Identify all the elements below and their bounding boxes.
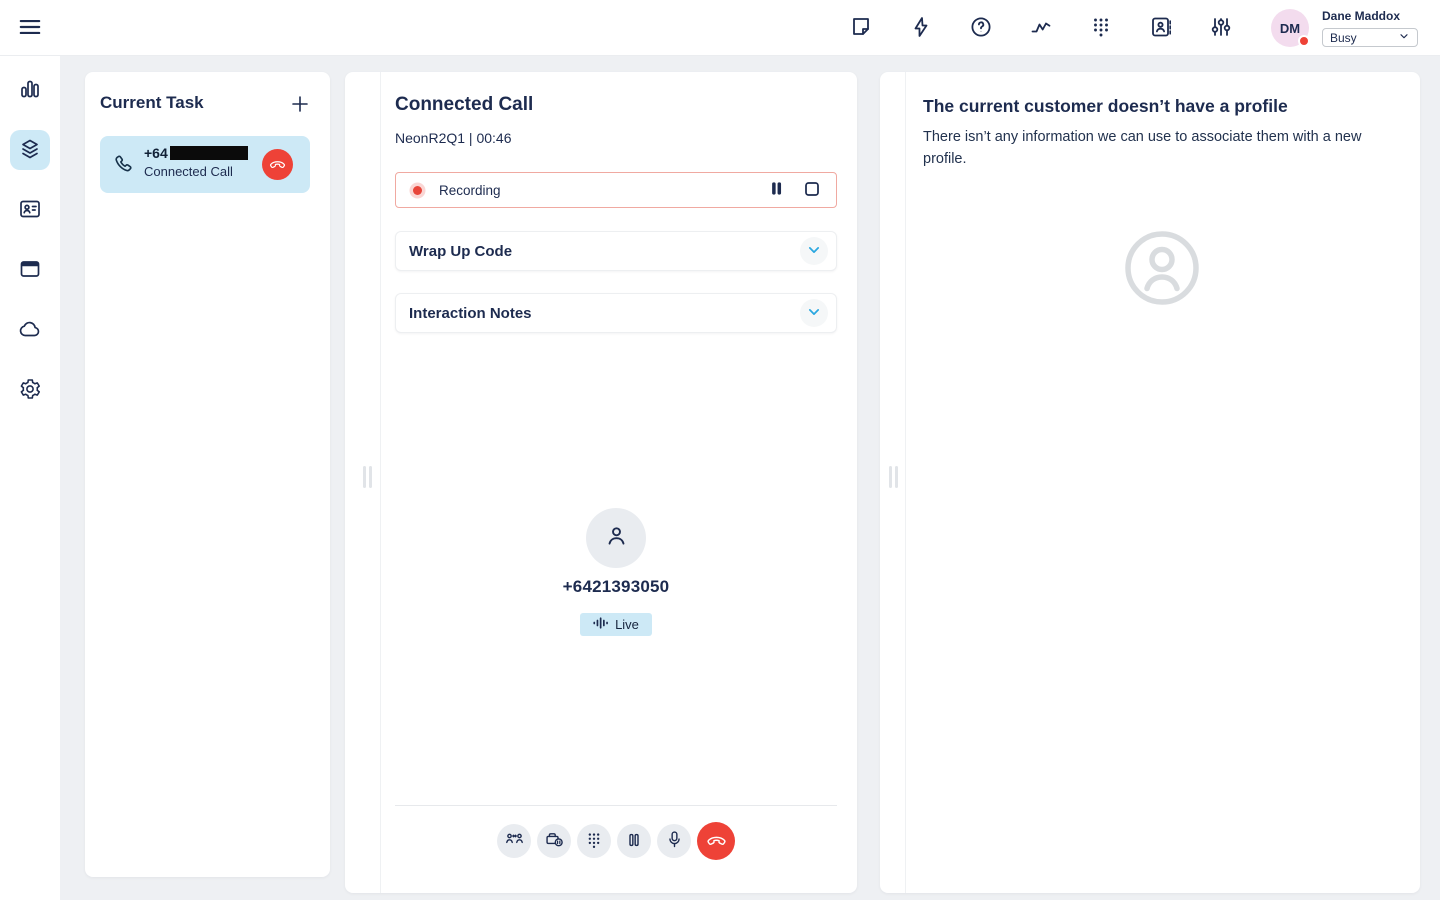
dialpad-control-button[interactable]: [577, 824, 611, 858]
nav-contacts-button[interactable]: [10, 190, 50, 230]
dialpad-icon: [1089, 15, 1113, 42]
add-task-button[interactable]: [286, 91, 314, 119]
wrap-up-expand-control[interactable]: [800, 237, 828, 265]
record-pause-button[interactable]: [537, 824, 571, 858]
current-task-panel: Current Task +64 Connected Call: [85, 72, 330, 877]
notes-expand-control[interactable]: [800, 299, 828, 327]
wrap-up-code-label: Wrap Up Code: [409, 243, 512, 260]
hold-pause-icon: [624, 830, 644, 853]
call-queue-and-timer: NeonR2Q1 | 00:46: [395, 130, 512, 146]
panel-divider-line: [380, 72, 381, 893]
wrap-up-code-section[interactable]: Wrap Up Code: [395, 231, 837, 271]
recording-actions: [764, 178, 824, 202]
resize-handle[interactable]: [363, 466, 372, 488]
trend-chart-icon: [1029, 15, 1053, 42]
hold-call-button[interactable]: [617, 824, 651, 858]
interaction-notes-label: Interaction Notes: [409, 305, 532, 322]
dialpad-button[interactable]: [1081, 8, 1121, 48]
transfer-call-button[interactable]: [497, 824, 531, 858]
chevron-down-icon: [1398, 30, 1410, 45]
connected-call-panel: Connected Call NeonR2Q1 | 00:46 Recordin…: [345, 72, 857, 893]
busy-status-dot: [1298, 35, 1310, 47]
lightning-icon: [909, 15, 933, 42]
current-task-title: Current Task: [100, 93, 204, 113]
nav-cloud-button[interactable]: [10, 310, 50, 350]
task-end-call-button[interactable]: [262, 149, 293, 180]
hangup-icon: [705, 828, 728, 854]
recording-banner: Recording: [395, 172, 837, 208]
task-text: +64 Connected Call: [144, 145, 248, 179]
note-icon: [849, 15, 873, 42]
cloud-icon: [18, 317, 42, 344]
left-nav-rail: [0, 56, 60, 900]
chevron-down-icon: [804, 302, 824, 325]
caller-avatar: [586, 508, 646, 568]
task-phone-number: +64: [144, 145, 248, 161]
live-badge-row: Live: [395, 613, 837, 636]
quick-actions-button[interactable]: [901, 8, 941, 48]
nav-settings-button[interactable]: [10, 370, 50, 410]
user-name: Dane Maddox: [1322, 9, 1400, 23]
panel-divider-line: [905, 72, 906, 893]
profile-placeholder-icon: [1122, 228, 1202, 313]
person-icon: [603, 522, 630, 554]
help-icon: [969, 15, 993, 42]
active-task-card[interactable]: +64 Connected Call: [100, 136, 310, 193]
no-profile-description: There isn’t any information we can use t…: [923, 127, 1403, 170]
chevron-down-icon: [804, 240, 824, 263]
sliders-icon: [1209, 15, 1233, 42]
hamburger-icon: [17, 14, 43, 43]
call-controls: [395, 822, 837, 860]
nav-analytics-button[interactable]: [10, 70, 50, 110]
nav-tasks-button[interactable]: [10, 130, 50, 170]
gear-icon: [18, 377, 42, 404]
pause-icon: [766, 178, 787, 202]
no-profile-title: The current customer doesn’t have a prof…: [923, 96, 1288, 117]
preferences-button[interactable]: [1201, 8, 1241, 48]
microphone-icon: [664, 829, 685, 853]
id-card-icon: [18, 197, 42, 224]
analytics-button[interactable]: [1021, 8, 1061, 48]
pause-recording-button[interactable]: [764, 178, 788, 202]
resize-handle[interactable]: [889, 466, 898, 488]
end-call-button[interactable]: [697, 822, 735, 860]
recording-label: Recording: [439, 183, 501, 198]
call-title: Connected Call: [395, 94, 533, 116]
top-bar: DM Dane Maddox Busy: [0, 0, 1440, 56]
status-select[interactable]: Busy: [1322, 28, 1418, 47]
dialpad-icon: [584, 830, 604, 853]
stop-icon: [802, 179, 822, 202]
live-badge: Live: [580, 613, 652, 636]
redacted-number: [170, 146, 248, 160]
contacts-button[interactable]: [1141, 8, 1181, 48]
mute-button[interactable]: [657, 824, 691, 858]
interaction-notes-section[interactable]: Interaction Notes: [395, 293, 837, 333]
live-label: Live: [615, 617, 639, 632]
hamburger-menu-button[interactable]: [16, 14, 44, 42]
recorder-pause-icon: [544, 829, 565, 853]
customer-profile-panel: The current customer doesn’t have a prof…: [880, 72, 1420, 893]
recording-dot-icon: [413, 186, 422, 195]
nav-apps-button[interactable]: [10, 250, 50, 290]
topbar-icon-group: [841, 8, 1241, 48]
agent-workspace: DM Dane Maddox Busy: [0, 0, 1440, 900]
layers-icon: [18, 137, 42, 164]
controls-divider: [395, 805, 837, 806]
note-button[interactable]: [841, 8, 881, 48]
window-icon: [18, 257, 42, 284]
stop-recording-button[interactable]: [800, 178, 824, 202]
contact-book-icon: [1149, 15, 1173, 42]
help-button[interactable]: [961, 8, 1001, 48]
task-status-label: Connected Call: [144, 164, 248, 179]
waveform-icon: [593, 616, 608, 633]
content-area: Current Task +64 Connected Call: [60, 56, 1440, 900]
caller-phone-number: +6421393050: [395, 577, 837, 597]
hangup-icon: [268, 154, 287, 176]
bar-chart-icon: [18, 77, 42, 104]
status-select-value: Busy: [1330, 31, 1357, 45]
phone-icon: [112, 153, 135, 179]
plus-icon: [288, 92, 312, 119]
transfer-icon: [504, 829, 525, 853]
